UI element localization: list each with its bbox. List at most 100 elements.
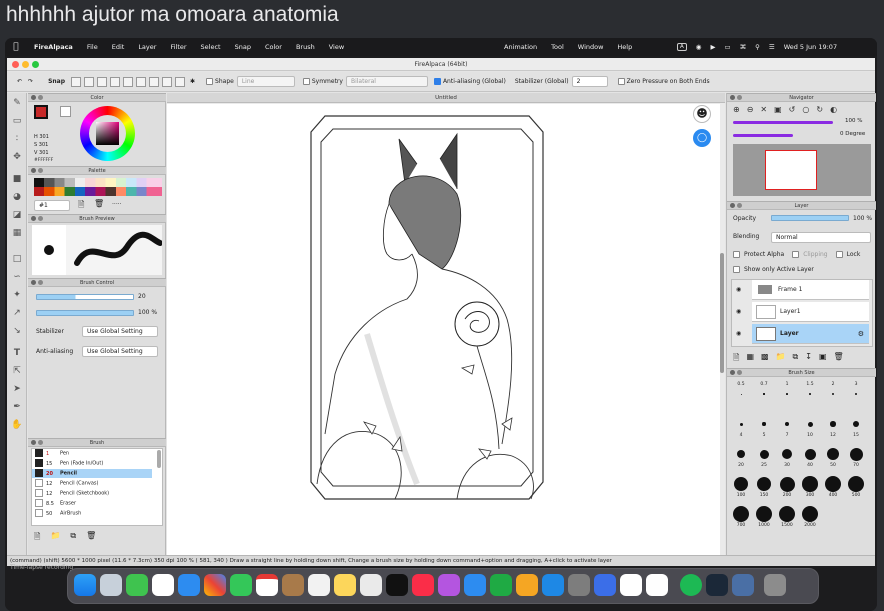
zoom-out-icon[interactable]: ⊖	[747, 105, 754, 114]
panel-collapse-icon[interactable]	[737, 370, 742, 375]
brush-size-dot[interactable]	[848, 476, 864, 492]
play-icon[interactable]: ▶	[710, 43, 715, 51]
artwork[interactable]	[167, 104, 720, 556]
brush-size-dot[interactable]	[849, 447, 863, 461]
hue-value[interactable]: 301	[39, 134, 49, 140]
layer-row-folder[interactable]: Frame 1	[752, 280, 869, 300]
move-tool-icon[interactable]: ✥	[11, 151, 23, 163]
brush-size-dot[interactable]	[739, 422, 743, 426]
navigator-rotate-slider[interactable]	[733, 134, 793, 137]
shape-select[interactable]: Line	[236, 76, 295, 87]
snap-parallel-icon[interactable]	[84, 76, 94, 87]
menu-animation[interactable]: Animation	[497, 43, 544, 51]
podcasts-icon[interactable]	[438, 574, 460, 596]
input-language-icon[interactable]: A	[677, 43, 687, 51]
brush-size-dot[interactable]	[779, 476, 795, 492]
brush-size-dot[interactable]	[779, 506, 795, 522]
brush-size-dot[interactable]	[854, 392, 858, 396]
brush-delete-icon[interactable]: 🗑	[86, 531, 96, 545]
new-folder-icon[interactable]: 📁	[776, 352, 786, 366]
primary-color-swatch[interactable]	[34, 105, 48, 119]
show-active-layer-checkbox[interactable]	[733, 266, 740, 273]
brush-item[interactable]: 12 Pencil (Canvas)	[32, 479, 152, 488]
symmetry-select[interactable]: Bilateral	[345, 76, 428, 87]
chrome-icon[interactable]	[620, 574, 642, 596]
brush-size-dot[interactable]	[802, 476, 818, 492]
brush-item[interactable]: 50 AirBrush	[32, 509, 152, 518]
apple-tv-icon[interactable]	[386, 574, 408, 596]
calendar-icon[interactable]	[256, 574, 278, 596]
panel-close-icon[interactable]	[730, 203, 735, 208]
dot-tool-icon[interactable]: ∶	[11, 133, 23, 145]
reset-rotate-icon[interactable]: ○	[802, 105, 809, 114]
drawing-canvas[interactable]	[167, 104, 720, 556]
menu-layer[interactable]: Layer	[131, 43, 163, 51]
utility-app-icon[interactable]	[732, 574, 754, 596]
hand-tool-icon[interactable]: ✋	[11, 419, 23, 431]
brush-size-dot[interactable]	[733, 506, 749, 522]
layer-settings-icon[interactable]: ⚙	[858, 324, 864, 344]
snap-circle-icon[interactable]	[136, 76, 146, 87]
brush-size-dot[interactable]	[756, 476, 772, 492]
brush-duplicate-icon[interactable]: ⧉	[70, 531, 76, 545]
panel-collapse-icon[interactable]	[38, 280, 43, 285]
panel-collapse-icon[interactable]	[38, 95, 43, 100]
preview-icon[interactable]	[594, 574, 616, 596]
delete-layer-icon[interactable]: 🗑	[834, 352, 844, 366]
brush-size-dot[interactable]	[807, 421, 813, 427]
brush-size-dot[interactable]	[830, 421, 836, 427]
brush-list-scrollbar[interactable]	[157, 450, 161, 468]
firealpaca-icon[interactable]	[646, 574, 668, 596]
panel-close-icon[interactable]	[31, 168, 36, 173]
keynote-icon[interactable]	[464, 574, 486, 596]
battery-icon[interactable]: ▭	[724, 43, 730, 51]
palette-delete-icon[interactable]: 🗑	[94, 199, 104, 208]
menu-file[interactable]: File	[80, 43, 105, 51]
brush-size-dot[interactable]	[762, 422, 766, 426]
visibility-eye-icon[interactable]: ◉	[736, 308, 741, 315]
undo-icon[interactable]: ↶	[17, 78, 22, 85]
trash-icon[interactable]	[764, 574, 786, 596]
panel-collapse-icon[interactable]	[38, 440, 43, 445]
text-tool-icon[interactable]: T	[11, 347, 23, 359]
operation-tool-icon[interactable]: ⇱	[11, 365, 23, 377]
shape-checkbox[interactable]	[206, 78, 214, 85]
stabilizer-select[interactable]: 2	[571, 76, 608, 87]
layer-row[interactable]: Layer1	[752, 302, 869, 322]
brush-size-slider[interactable]	[36, 294, 134, 300]
brush-size-dot[interactable]	[737, 450, 745, 458]
pages-icon[interactable]	[516, 574, 538, 596]
navigator-zoom-slider[interactable]	[733, 121, 833, 124]
clipping-checkbox[interactable]	[792, 251, 800, 258]
actual-size-icon[interactable]: ▣	[774, 105, 782, 114]
panel-close-icon[interactable]	[31, 95, 36, 100]
document-tab[interactable]: Untitled	[167, 93, 725, 103]
fill-rect-tool-icon[interactable]: ■	[11, 173, 23, 185]
visibility-eye-icon[interactable]: ◉	[736, 330, 741, 337]
brush-size-dot[interactable]	[786, 393, 788, 395]
facetime-icon[interactable]	[230, 574, 252, 596]
secondary-color-swatch[interactable]	[60, 106, 71, 117]
brush-size-dot[interactable]	[825, 476, 841, 492]
close-window-button[interactable]	[12, 61, 19, 68]
chat-bubble-icon[interactable]: ◯	[693, 129, 711, 147]
brush-size-dot[interactable]	[756, 506, 772, 522]
palette-grid-row2[interactable]	[34, 187, 162, 196]
panel-close-icon[interactable]	[730, 370, 735, 375]
system-settings-icon[interactable]	[568, 574, 590, 596]
snap-settings-icon[interactable]: ✱	[190, 78, 195, 85]
app-store-icon[interactable]	[542, 574, 564, 596]
menu-edit[interactable]: Edit	[105, 43, 132, 51]
avatar[interactable]: ☻	[693, 105, 711, 123]
brush-size-dot[interactable]	[832, 393, 834, 395]
menu-snap[interactable]: Snap	[228, 43, 258, 51]
brush-size-dot[interactable]	[763, 393, 765, 395]
duplicate-layer-icon[interactable]: ⧉	[793, 352, 799, 366]
menu-brush[interactable]: Brush	[289, 43, 322, 51]
menu-help[interactable]: Help	[610, 43, 639, 51]
brush-antialias-select[interactable]: Use Global Setting	[82, 346, 158, 357]
panel-collapse-icon[interactable]	[38, 168, 43, 173]
steam-icon[interactable]	[706, 574, 728, 596]
brush-tool-icon[interactable]: ✎	[11, 97, 23, 109]
brush-size-dot[interactable]	[852, 420, 860, 428]
